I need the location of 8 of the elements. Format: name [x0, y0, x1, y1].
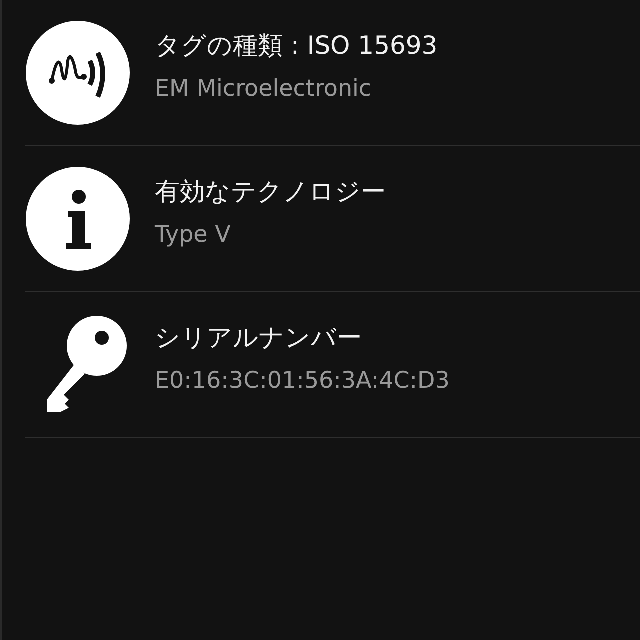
- item-title: シリアルナンバー: [155, 322, 363, 354]
- item-value: EM Microelectronic: [155, 76, 373, 102]
- item-value: E0:16:3C:01:56:3A:4C:D3: [155, 368, 450, 394]
- item-title: タグの種類 : ISO 15693: [155, 30, 438, 62]
- item-title: 有効なテクノロジー: [155, 176, 386, 208]
- item-value: Type V: [155, 222, 232, 248]
- info-icon: [26, 166, 130, 270]
- nfc-signal-icon: [26, 20, 130, 124]
